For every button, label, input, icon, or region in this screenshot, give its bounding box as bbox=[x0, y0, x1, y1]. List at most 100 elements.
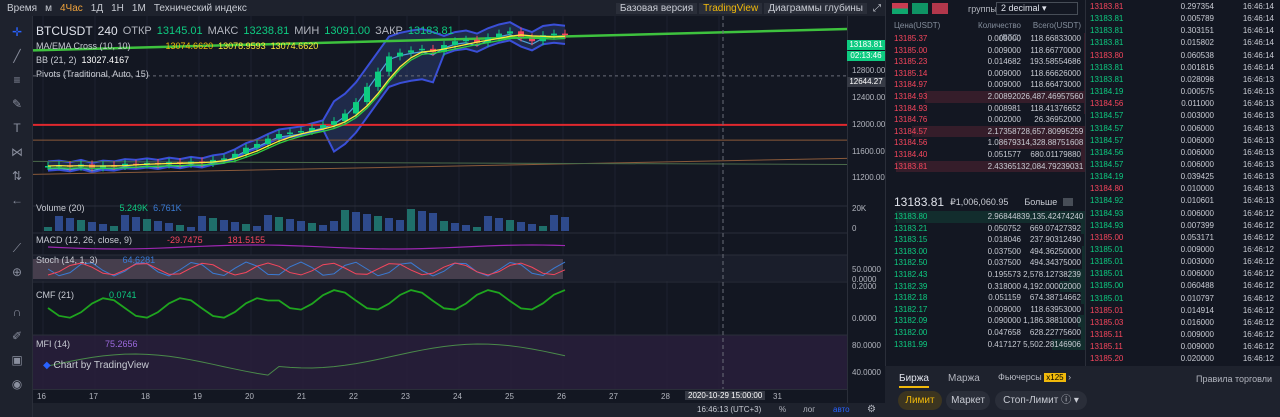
ob-total: 39,135.42474240 bbox=[1021, 212, 1084, 221]
lock-draw-icon[interactable]: ✐ bbox=[9, 328, 25, 344]
trade-row: 13185.20 0.020000 16:46:12 bbox=[1086, 353, 1280, 365]
mfi-legend[interactable]: MFI (14) bbox=[36, 339, 70, 349]
eye-icon[interactable]: ◉ bbox=[9, 376, 25, 392]
time-label: 17 bbox=[89, 392, 98, 401]
bid-row[interactable]: 13182.17 0.009000 118.63953000 bbox=[886, 303, 1085, 316]
view-bids-icon[interactable] bbox=[912, 3, 928, 14]
trade-amount: 0.001816 bbox=[1180, 62, 1214, 72]
ask-row[interactable]: 13184.93 2.008920 26,487.46957560 bbox=[886, 91, 1085, 103]
trade-price: 13185.01 bbox=[1090, 269, 1124, 279]
interval-1d[interactable]: 1Д bbox=[88, 3, 106, 14]
more-link[interactable]: Больше bbox=[1024, 197, 1057, 207]
symbol-label[interactable]: BTCUSDT bbox=[36, 24, 93, 38]
trade-row: 13184.57 0.006000 16:46:13 bbox=[1086, 135, 1280, 147]
crosshair-icon[interactable]: ✛ bbox=[9, 24, 25, 40]
text-icon[interactable]: T bbox=[9, 120, 25, 136]
bid-row[interactable]: 13182.50 0.037500 494.34375000 bbox=[886, 257, 1085, 269]
ask-row[interactable]: 13184.57 2.173587 28,657.80995259 bbox=[886, 125, 1085, 138]
ob-total: 32,084.79239031 bbox=[1021, 161, 1084, 171]
bid-row[interactable]: 13183.21 0.050752 669.07427392 bbox=[886, 222, 1085, 235]
trading-rules-link[interactable]: Правила торговли bbox=[1196, 374, 1272, 384]
volume-bar bbox=[88, 222, 96, 231]
ask-row[interactable]: 13183.81 2.433651 32,084.79239031 bbox=[886, 160, 1085, 173]
interval-minutes[interactable]: м bbox=[42, 3, 55, 14]
pivots-legend[interactable]: Pivots (Traditional, Auto, 15) bbox=[36, 69, 149, 79]
tab-margin[interactable]: Маржа bbox=[948, 373, 980, 384]
tradingview-watermark[interactable]: ◆ Chart by TradingView bbox=[43, 360, 149, 371]
more-chart-icon[interactable] bbox=[1063, 198, 1074, 206]
bid-row[interactable]: 13182.00 0.047658 628.22775600 bbox=[886, 327, 1085, 339]
view-both-icon[interactable] bbox=[892, 3, 908, 14]
forecast-icon[interactable]: ⇅ bbox=[9, 168, 25, 184]
volume-bar bbox=[176, 225, 184, 231]
horizontal-lines-icon[interactable]: ≡ bbox=[9, 72, 25, 88]
magnet-icon[interactable]: ∩ bbox=[9, 304, 25, 320]
basic-version-button[interactable]: Базовая версия bbox=[615, 2, 698, 14]
ask-row[interactable]: 13185.37 0.009000 118.66833000 bbox=[886, 33, 1085, 45]
bid-row[interactable]: 13182.09 0.090000 1,186.38810000 bbox=[886, 315, 1085, 327]
tab-exchange[interactable]: Биржа bbox=[899, 373, 929, 388]
bid-row[interactable]: 13183.80 2.968448 39,135.42474240 bbox=[886, 211, 1085, 223]
ask-row[interactable]: 13184.56 1.086793 14,328.88751608 bbox=[886, 137, 1085, 149]
limit-button[interactable]: Лимит bbox=[898, 391, 942, 410]
price-chart[interactable]: BTCUSDT 240 ОТКР 13145.01 МАКС 13238.81 МИ… bbox=[33, 16, 847, 417]
interval-1w[interactable]: 1Н bbox=[108, 3, 127, 14]
bid-row[interactable]: 13182.39 0.318000 4,192.00002000 bbox=[886, 280, 1085, 293]
trade-amount: 0.014914 bbox=[1180, 305, 1214, 315]
cmf-legend[interactable]: CMF (21) bbox=[36, 290, 74, 300]
market-button[interactable]: Маркет bbox=[946, 391, 990, 410]
price-axis[interactable]: 13183.81 02:13:46 12800.00 12644.27 1240… bbox=[847, 16, 885, 417]
ask-row[interactable]: 13185.14 0.009000 118.66626000 bbox=[886, 67, 1085, 80]
fullscreen-icon[interactable]: ⤢ bbox=[869, 3, 885, 14]
view-asks-icon[interactable] bbox=[932, 3, 948, 14]
trade-price: 13185.00 bbox=[1090, 281, 1124, 291]
volume-bar bbox=[121, 215, 129, 231]
ob-price: 13182.17 bbox=[894, 304, 928, 314]
log-toggle[interactable]: лог bbox=[803, 405, 815, 414]
interval-4h[interactable]: 4Час bbox=[57, 3, 86, 14]
technical-index-button[interactable]: Технический индекс bbox=[151, 3, 250, 14]
percent-toggle[interactable]: % bbox=[779, 405, 786, 414]
ask-row[interactable]: 13184.93 0.008981 118.41376652 bbox=[886, 102, 1085, 115]
decimal-select[interactable]: 2 decimal ▾ bbox=[996, 2, 1078, 15]
auto-toggle[interactable]: авто bbox=[833, 405, 850, 414]
bb-legend[interactable]: BB (21, 2) bbox=[36, 55, 77, 65]
volume-legend[interactable]: Volume (20) bbox=[36, 203, 85, 213]
brush-icon[interactable]: ✎ bbox=[9, 96, 25, 112]
pattern-icon[interactable]: ⋈ bbox=[9, 144, 25, 160]
ob-total: 5,502.28146906 bbox=[1023, 339, 1081, 349]
ob-amount: 0.002000 bbox=[987, 115, 1021, 125]
ruler-icon[interactable]: ⟋ bbox=[9, 240, 25, 256]
chevron-down-icon: ▾ bbox=[1073, 395, 1079, 406]
bid-row[interactable]: 13183.15 0.018046 237.90312490 bbox=[886, 234, 1085, 246]
tab-futures[interactable]: Фьючерсы x125 › bbox=[998, 372, 1071, 382]
trendline-icon[interactable]: ╱ bbox=[9, 48, 25, 64]
bid-row[interactable]: 13181.99 0.417127 5,502.28146906 bbox=[886, 338, 1085, 351]
zoom-icon[interactable]: ⊕ bbox=[9, 264, 25, 280]
ask-row[interactable]: 13184.76 0.002000 26.36952000 bbox=[886, 114, 1085, 126]
ma-ema-legend[interactable]: MA/EMA Cross (10, 10) bbox=[36, 41, 131, 51]
ask-row[interactable]: 13185.23 0.014682 193.58554686 bbox=[886, 56, 1085, 68]
tradingview-button[interactable]: TradingView bbox=[699, 2, 763, 14]
bid-row[interactable]: 13182.18 0.051159 674.38714662 bbox=[886, 292, 1085, 304]
trade-time: 16:46:12 bbox=[1242, 354, 1274, 364]
trade-time: 16:46:12 bbox=[1242, 257, 1274, 267]
lock-icon[interactable]: ▣ bbox=[9, 352, 25, 368]
macd-legend[interactable]: MACD (12, 26, close, 9) bbox=[36, 235, 132, 245]
bid-row[interactable]: 13182.43 0.195573 2,578.12738239 bbox=[886, 269, 1085, 281]
time-label: 23 bbox=[401, 392, 410, 401]
time-axis[interactable]: 16 17 18 19 20 21 22 23 24 25 26 27 28 31 2020-10-29 … bbox=[33, 389, 847, 403]
interval-1m[interactable]: 1М bbox=[129, 3, 149, 14]
stop-limit-button[interactable]: Стоп-Лимит ⓘ ▾ bbox=[995, 391, 1087, 410]
settings-gear-icon[interactable]: ⚙ bbox=[867, 404, 876, 415]
bid-row[interactable]: 13183.00 0.037500 494.36250000 bbox=[886, 245, 1085, 258]
trade-time: 16:46:14 bbox=[1242, 38, 1274, 48]
back-arrow-icon[interactable]: ← bbox=[9, 192, 25, 208]
depth-chart-button[interactable]: Диаграммы глубины bbox=[764, 2, 867, 14]
ask-row[interactable]: 13184.97 0.009000 118.66473000 bbox=[886, 79, 1085, 91]
volume-tick: 20K bbox=[852, 204, 867, 213]
ob-price: 13182.18 bbox=[894, 293, 928, 303]
stoch-legend[interactable]: Stoch (14, 1, 3) bbox=[36, 255, 98, 265]
ask-row[interactable]: 13185.00 0.009000 118.66770000 bbox=[886, 44, 1085, 57]
ask-row[interactable]: 13184.40 0.051577 680.01179880 bbox=[886, 149, 1085, 161]
